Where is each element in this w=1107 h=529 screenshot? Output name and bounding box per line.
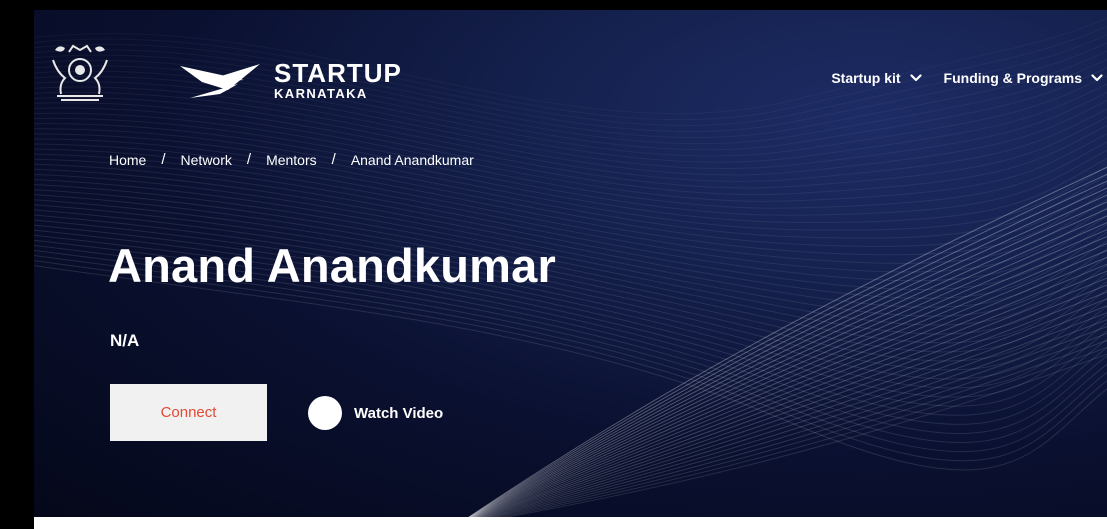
chevron-down-icon [909, 74, 922, 82]
breadcrumb: Home / Network / Mentors / Anand Anandku… [109, 151, 474, 168]
chevron-down-icon [1091, 74, 1103, 82]
content-area [34, 517, 1107, 529]
connect-button[interactable]: Connect [110, 384, 267, 441]
nav-startup-kit-label: Startup kit [831, 70, 901, 86]
breadcrumb-separator: / [246, 151, 252, 168]
breadcrumb-current: Anand Anandkumar [350, 151, 474, 168]
wave-line [497, 339, 1107, 517]
profile-subtitle: N/A [110, 331, 140, 350]
breadcrumb-separator: / [161, 151, 166, 168]
page-frame: STARTUP KARNATAKA Startup kit Funding & … [0, 0, 1107, 529]
nav-funding-programs-label: Funding & Programs [943, 70, 1082, 86]
karnataka-emblem-icon[interactable] [47, 40, 113, 104]
startup-karnataka-logo-icon [180, 64, 260, 98]
wave-line [468, 166, 1107, 517]
hero-section: STARTUP KARNATAKA Startup kit Funding & … [34, 10, 1107, 517]
breadcrumb-separator: / [331, 151, 336, 168]
page-title: Anand Anandkumar [108, 239, 557, 292]
startup-karnataka-logo[interactable]: STARTUP KARNATAKA [180, 60, 402, 100]
watch-video-button[interactable]: Watch Video [308, 396, 443, 430]
nav-funding-programs[interactable]: Funding & Programs [944, 70, 1103, 86]
wave-line [469, 194, 1107, 517]
nav-startup-kit[interactable]: Startup kit [831, 70, 922, 86]
breadcrumb-mentors[interactable]: Mentors [266, 152, 317, 168]
logo-subtitle: KARNATAKA [274, 86, 368, 101]
watch-video-label: Watch Video [354, 404, 444, 422]
top-nav: Startup kit Funding & Programs [831, 70, 1107, 86]
breadcrumb-network[interactable]: Network [181, 152, 232, 168]
logo-title: STARTUP [274, 58, 402, 88]
play-circle-icon [308, 396, 342, 430]
breadcrumb-home[interactable]: Home [109, 152, 146, 168]
